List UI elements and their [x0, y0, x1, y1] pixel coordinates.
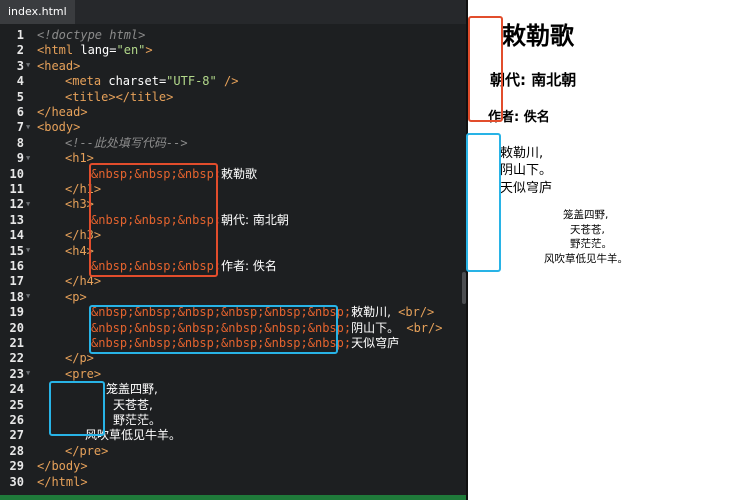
line-number: 13	[9, 212, 24, 227]
line-number: 21	[9, 336, 24, 350]
code-line-22: </p>	[65, 351, 94, 366]
code-line-26: 野茫茫。	[113, 413, 162, 427]
code-line-23: <pre>	[65, 366, 102, 381]
line-number: 11	[9, 182, 24, 196]
line-number: 9	[16, 151, 24, 166]
line-number: 7	[16, 120, 24, 135]
line-number: 4	[16, 74, 24, 89]
highlight-box-pre-indent	[49, 381, 105, 436]
browser-preview: 敕勒歌 朝代: 南北朝 作者: 佚名 敕勒川, 阴山下。 天似穹庐 笼盖四野, …	[466, 0, 735, 500]
line-number: 12	[9, 197, 24, 212]
line-number: 10	[9, 166, 24, 181]
line-number: 20	[9, 320, 24, 335]
code-line-8: <!--此处填写代码-->	[65, 135, 188, 150]
preview-pre-line: 笼盖四野,	[563, 209, 609, 221]
fold-arrow-icon[interactable]: ▼	[26, 154, 30, 162]
fold-arrow-icon[interactable]: ▼	[26, 369, 30, 377]
tab-index-html[interactable]: index.html	[0, 0, 75, 24]
code-line-3: <head>	[37, 58, 81, 73]
code-line-1: <!doctype html>	[37, 28, 146, 42]
line-number: 30	[9, 474, 24, 489]
fold-arrow-icon[interactable]: ▼	[26, 292, 30, 300]
highlight-box-nbsp-paragraph	[89, 305, 338, 354]
code-line-24: 笼盖四野,	[106, 382, 158, 397]
line-number: 17	[9, 274, 24, 289]
line-number: 23	[9, 366, 24, 381]
line-number: 27	[9, 428, 24, 443]
code-line-7: <body>	[37, 120, 81, 135]
line-number: 14	[9, 228, 24, 243]
line-number: 16	[9, 259, 24, 273]
line-number: 3	[16, 58, 24, 73]
code-line-30: </html>	[37, 474, 88, 489]
line-number: 6	[16, 105, 24, 119]
preview-pre-line: 天苍苍,	[570, 224, 605, 236]
code-line-28: </pre>	[65, 443, 109, 458]
line-number: 18	[9, 289, 24, 304]
code-line-6: </head>	[37, 105, 88, 119]
preview-pre-line: 风吹草低见牛羊。	[544, 253, 628, 265]
line-number: 28	[9, 443, 24, 458]
fold-arrow-icon[interactable]: ▼	[26, 61, 30, 69]
line-number: 2	[16, 43, 24, 58]
fold-arrow-icon[interactable]: ▼	[26, 200, 30, 208]
preview-pre-line: 野茫茫。	[570, 238, 612, 250]
line-number: 1	[16, 28, 24, 42]
code-line-4: <meta charset="UTF-8" />	[65, 74, 239, 89]
fold-arrow-icon[interactable]: ▼	[26, 246, 30, 254]
preview-paragraph-line: 阴山下。	[500, 163, 553, 178]
highlight-box-paragraph-indent	[466, 133, 501, 272]
status-strip	[0, 495, 468, 500]
line-number: 5	[16, 89, 24, 104]
line-number: 15	[9, 243, 24, 258]
line-number: 25	[9, 397, 24, 412]
preview-paragraph-line: 天似穹庐	[500, 181, 553, 196]
highlight-box-heading-indent	[468, 16, 503, 122]
line-number: 22	[9, 351, 24, 366]
fold-arrow-icon[interactable]: ▼	[26, 123, 30, 131]
code-line-5: <title></title>	[65, 89, 174, 104]
line-number: 29	[9, 459, 24, 474]
preview-heading-h1: 敕勒歌	[502, 22, 574, 50]
tab-bar: index.html	[0, 0, 468, 24]
line-number: 26	[9, 413, 24, 427]
highlight-box-nbsp-headings	[89, 163, 218, 277]
code-line-29: </body>	[37, 459, 88, 474]
line-number: 19	[9, 305, 24, 320]
code-line-2: <html lang="en">	[37, 43, 153, 58]
line-number: 24	[9, 382, 24, 397]
code-line-25: 天苍苍,	[113, 397, 153, 412]
line-number: 8	[16, 135, 24, 150]
code-editor[interactable]: index.html 1 2 3 4 5 6 7 8 9 10 11 12 13…	[0, 0, 468, 500]
code-line-18: <p>	[65, 289, 87, 304]
